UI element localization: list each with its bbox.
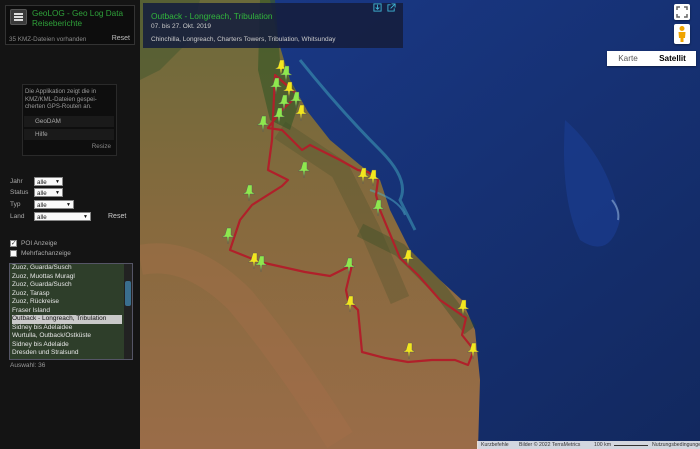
file-count: 35 KMZ-Dateien vorhanden (9, 36, 87, 43)
hamburger-icon (14, 13, 23, 15)
pin-icon[interactable] (256, 115, 270, 133)
route-date: 07. bis 27. Okt. 2019 (151, 23, 211, 30)
scale-label: 100 km (594, 442, 612, 448)
pin-icon[interactable] (402, 342, 416, 360)
type-label: Typ (10, 201, 21, 208)
route-list[interactable]: Zuoz, Guarda/Susch Zuoz, Muottas Muragl … (9, 263, 133, 360)
selection-count: Auswahl: 36 (10, 362, 46, 369)
scrollbar-thumb[interactable] (125, 281, 131, 306)
pin-icon[interactable] (342, 257, 356, 275)
map-attribution: Kurzbefehle Bilder © 2022 TerraMetrics 1… (477, 441, 700, 449)
pin-icon[interactable] (466, 342, 480, 360)
list-item[interactable]: Zuoz, Tarasp (12, 290, 122, 299)
list-scrollbar[interactable] (124, 264, 132, 359)
year-label: Jahr (10, 178, 23, 185)
fullscreen-button[interactable] (674, 4, 690, 20)
chevron-down-icon: ▼ (55, 190, 60, 196)
sidebar: GeoLOG - Geo Log Data Reiseberichte 35 K… (0, 0, 140, 449)
chevron-down-icon: ▼ (66, 202, 71, 208)
list-item[interactable]: Zuoz, Guarda/Susch (12, 264, 122, 273)
map-type-satellit-button[interactable]: Satellit (649, 51, 696, 66)
header-reset-button[interactable]: Reset (112, 35, 130, 42)
pin-icon[interactable] (343, 295, 357, 313)
country-select[interactable]: alle ▼ (34, 212, 91, 221)
shortcuts-link[interactable]: Kurzbefehle (481, 441, 509, 449)
export-icon[interactable] (373, 3, 382, 12)
list-item-selected[interactable]: Outback - Longreach, Tribulation (12, 315, 122, 324)
list-item[interactable]: Sidney bis Adelaidee (12, 324, 122, 333)
type-select[interactable]: alle ▼ (34, 200, 74, 209)
list-item[interactable]: Wurtulla, Outback/Ostküste (12, 332, 122, 341)
geodam-link[interactable]: GeoDAM (24, 116, 114, 127)
map-view[interactable]: Outback - Longreach, Tribulation 07. bis… (140, 0, 700, 449)
route-places: Chinchilla, Longreach, Charters Towers, … (151, 36, 336, 43)
country-label: Land (10, 213, 25, 220)
pin-icon[interactable] (366, 169, 380, 187)
pegman-icon (678, 26, 686, 42)
fullscreen-icon (676, 6, 688, 18)
pin-icon[interactable] (401, 249, 415, 267)
external-link-icon[interactable] (387, 3, 396, 12)
list-item[interactable]: Dresden und Stralsund (12, 349, 122, 358)
info-text: Die Applikation zeigt die in KMZ/KML-Dat… (25, 88, 97, 111)
route-info-panel: Outback - Longreach, Tribulation 07. bis… (143, 3, 403, 48)
pin-icon[interactable] (371, 199, 385, 217)
poi-markers (221, 59, 480, 360)
poi-label: POI Anzeige (21, 240, 58, 247)
scale-bar (614, 445, 648, 446)
help-link[interactable]: Hilfe (24, 129, 114, 140)
map-type-control: Karte Satellit (607, 51, 696, 66)
pin-icon[interactable] (456, 299, 470, 317)
status-label: Status (10, 189, 29, 196)
list-item[interactable]: Sidney bis Adelaide (12, 341, 122, 350)
poi-checkbox[interactable] (10, 239, 17, 247)
list-item[interactable]: Zuoz, Rückreise (12, 298, 122, 307)
terms-link[interactable]: Nutzungsbedingungen (652, 441, 700, 449)
pin-icon[interactable] (247, 252, 261, 270)
filter-reset-button[interactable]: Reset (108, 213, 126, 220)
list-item[interactable]: Fraser Island (12, 307, 122, 316)
map-type-karte-button[interactable]: Karte (607, 51, 649, 66)
app-header: GeoLOG - Geo Log Data Reiseberichte 35 K… (5, 5, 135, 45)
pin-icon[interactable] (221, 227, 235, 245)
app-title: GeoLOG - Geo Log Data Reiseberichte (32, 9, 136, 28)
route-title: Outback - Longreach, Tribulation (151, 11, 273, 21)
pin-icon[interactable] (294, 104, 308, 122)
resize-button[interactable]: Resize (92, 143, 111, 150)
list-item[interactable]: Zuoz, Muottas Muragl (12, 273, 122, 282)
pin-icon[interactable] (356, 167, 370, 185)
year-select[interactable]: alle ▼ (34, 177, 63, 186)
info-box: Die Applikation zeigt die in KMZ/KML-Dat… (22, 84, 117, 156)
pin-icon[interactable] (272, 107, 286, 125)
imagery-credit: Bilder © 2022 TerraMetrics (519, 442, 581, 448)
menu-button[interactable] (10, 9, 27, 25)
multi-label: Mehrfachanzeige (21, 250, 71, 257)
app-title-line1: GeoLOG - Geo Log Data (32, 9, 124, 18)
pin-icon[interactable] (242, 184, 256, 202)
pin-icon[interactable] (269, 77, 283, 95)
app-title-line2: Reiseberichte (32, 18, 83, 28)
chevron-down-icon: ▼ (55, 179, 60, 185)
status-select[interactable]: alle ▼ (34, 188, 63, 197)
chevron-down-icon: ▼ (83, 214, 88, 220)
pin-icon[interactable] (297, 161, 311, 179)
street-view-button[interactable] (674, 24, 690, 44)
multi-checkbox[interactable] (10, 250, 17, 257)
list-item[interactable]: Zuoz, Guarda/Susch (12, 281, 122, 290)
